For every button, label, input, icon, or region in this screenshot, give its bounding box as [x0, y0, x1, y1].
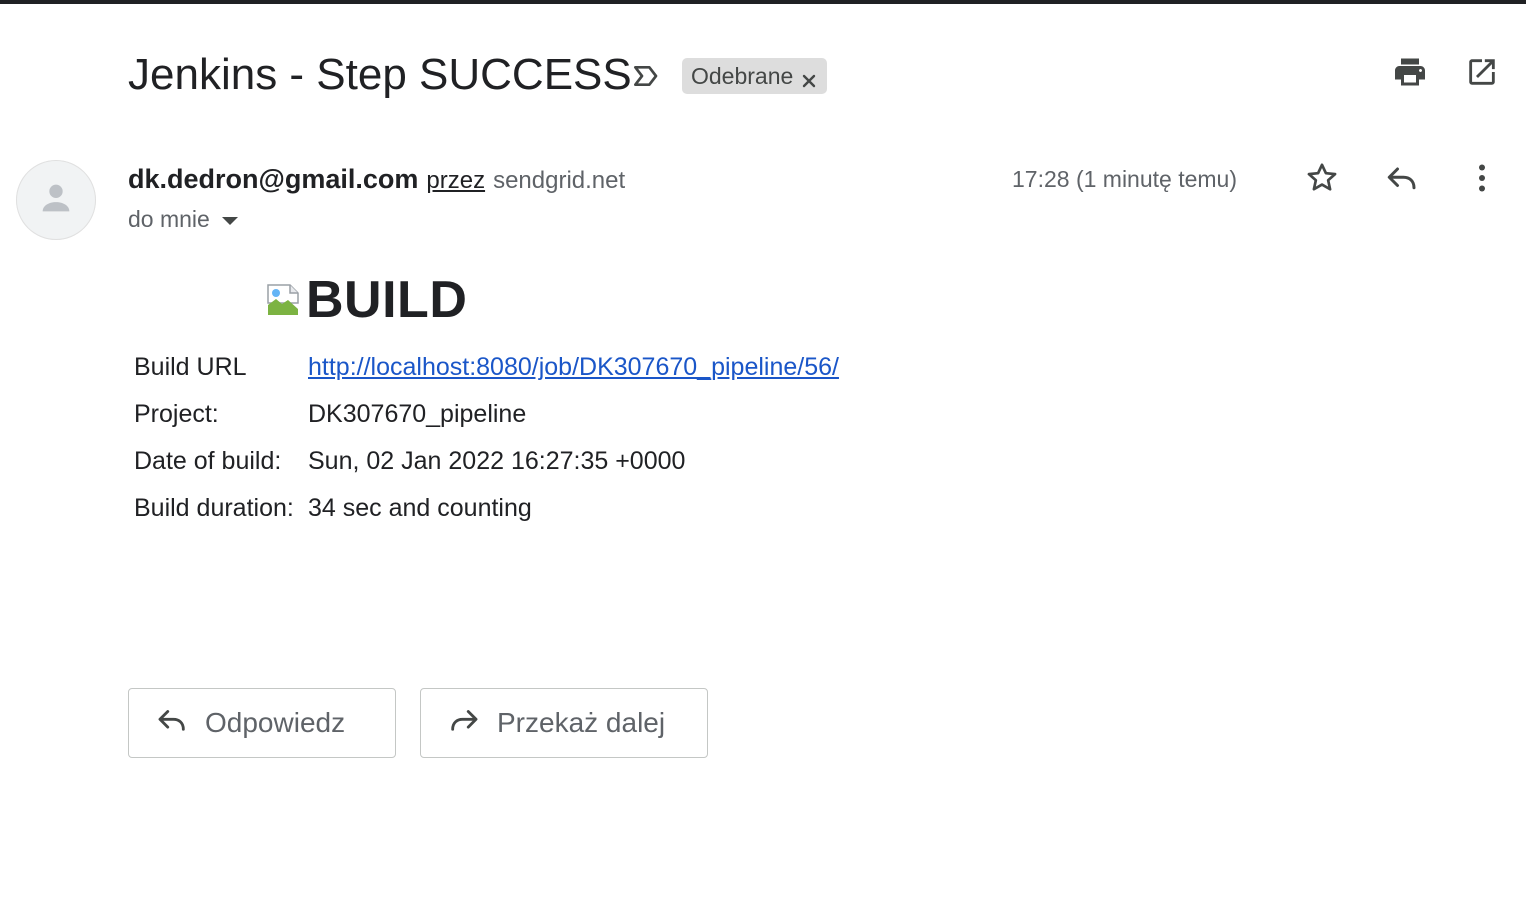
forward-action-label: Przekaż dalej: [497, 707, 666, 738]
inbox-label-text: Odebrane: [691, 62, 794, 89]
build-duration-value: 34 sec and counting: [308, 494, 532, 522]
close-icon[interactable]: [801, 68, 817, 88]
sender-line: dk.dedron@gmail.com przez sendgrid.net: [128, 164, 625, 195]
message-timestamp: 17:28 (1 minutę temu): [1012, 166, 1238, 192]
build-date-key: Date of build:: [134, 447, 282, 475]
email-subject: Jenkins - Step SUCCESS: [128, 50, 632, 99]
chevron-down-icon[interactable]: [221, 216, 238, 225]
project-value: DK307670_pipeline: [308, 400, 527, 428]
open-in-new-window-icon: [1465, 55, 1499, 94]
more-options-button[interactable]: [1462, 160, 1502, 200]
forward-icon: [447, 703, 481, 744]
table-row: Build duration: 34 sec and counting: [128, 485, 845, 532]
recipient-label: do mnie: [128, 206, 210, 232]
sender-email[interactable]: dk.dedron@gmail.com: [128, 164, 418, 195]
table-row: Build URL http://localhost:8080/job/DK30…: [128, 344, 845, 391]
reply-action-button[interactable]: Odpowiedz: [128, 688, 396, 758]
table-row: Date of build: Sun, 02 Jan 2022 16:27:35…: [128, 438, 845, 485]
broken-image-icon: [266, 283, 300, 317]
build-duration-key: Build duration:: [134, 494, 294, 522]
table-row: Project: DK307670_pipeline: [128, 391, 845, 438]
print-icon: [1392, 54, 1428, 95]
reply-icon: [1384, 160, 1420, 201]
build-url-link[interactable]: http://localhost:8080/job/DK307670_pipel…: [308, 353, 839, 381]
build-info-table: Build URL http://localhost:8080/job/DK30…: [128, 344, 845, 532]
star-icon: [1304, 160, 1340, 201]
print-button[interactable]: [1390, 54, 1430, 94]
avatar[interactable]: [16, 160, 96, 240]
via-domain: sendgrid.net: [493, 167, 626, 194]
more-vert-icon: [1464, 160, 1500, 201]
build-url-key: Build URL: [134, 353, 247, 381]
via-label[interactable]: przez: [426, 167, 485, 195]
build-title: BUILD: [306, 271, 468, 329]
open-in-new-window-button[interactable]: [1462, 54, 1502, 94]
person-icon: [36, 178, 76, 223]
project-key: Project:: [134, 400, 219, 428]
build-heading: BUILD: [266, 270, 467, 330]
reply-icon: [155, 703, 189, 744]
label-important-icon[interactable]: [630, 60, 662, 92]
reply-button[interactable]: [1382, 160, 1422, 200]
star-button[interactable]: [1302, 160, 1342, 200]
build-date-value: Sun, 02 Jan 2022 16:27:35 +0000: [308, 447, 686, 475]
inbox-label-chip: Odebrane: [682, 58, 828, 94]
forward-action-button[interactable]: Przekaż dalej: [420, 688, 708, 758]
reply-action-label: Odpowiedz: [205, 707, 346, 738]
recipient-line: do mnie: [128, 206, 238, 233]
